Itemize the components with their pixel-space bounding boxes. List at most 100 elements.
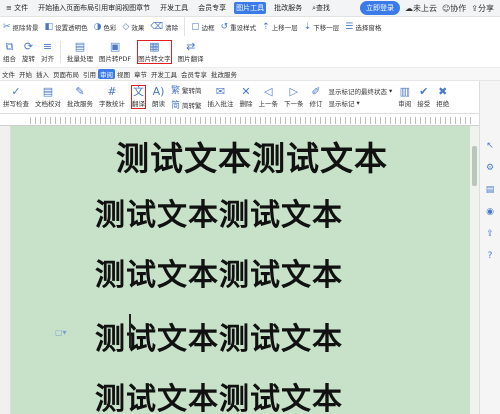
tab-home[interactable]: 开始 bbox=[17, 69, 34, 79]
border-icon: ▢ bbox=[191, 21, 200, 32]
tab-view[interactable]: 视图 bbox=[115, 69, 132, 79]
style-icon[interactable]: ▤ bbox=[486, 185, 495, 195]
tab-review-service[interactable]: 批改服务 bbox=[209, 69, 239, 79]
transparent-color-button[interactable]: ◧ 设置透明色 bbox=[45, 22, 88, 32]
scrollbar-thumb[interactable] bbox=[472, 146, 477, 186]
conversion-group: 繁繁转简 简简转繁 bbox=[168, 83, 205, 111]
tab-layout[interactable]: 页面布局 bbox=[51, 69, 81, 79]
share-icon[interactable]: ⇪ bbox=[486, 229, 494, 239]
tab-review[interactable]: 审阅 bbox=[98, 69, 115, 79]
spellcheck-icon: ✓ bbox=[11, 85, 21, 98]
ocr-icon: ▦ bbox=[149, 39, 160, 53]
document-canvas[interactable]: 测试文本测试文本 测试文本测试文本 测试文本测试文本 测试文本测试文本 测试文本… bbox=[0, 126, 479, 414]
menu-tab-member[interactable]: 会员专享 bbox=[196, 2, 228, 14]
proofread-icon: ▤ bbox=[42, 85, 54, 98]
menu-tab-review-service[interactable]: 批改服务 bbox=[272, 2, 304, 14]
eraser-icon: ⌫ bbox=[150, 21, 164, 32]
doc-line-3: 测试文本测试文本 bbox=[95, 258, 343, 293]
delete-comment-button[interactable]: ✕ 删除 bbox=[240, 85, 253, 109]
tab-file[interactable]: 文件 bbox=[0, 69, 17, 79]
chevron-down-icon: ▾ bbox=[389, 87, 393, 95]
review-pane-button[interactable]: ▥ 审阅 bbox=[398, 85, 411, 109]
title-bar: ≡ 文件 开始插入页面布局引用审阅视图章节 开发工具 会员专享 图片工具 批改服… bbox=[0, 0, 500, 17]
text-cursor bbox=[129, 314, 131, 348]
titlebar-right: 立即登录 ☁未上云 ☺协作 ⇪分享 bbox=[359, 1, 500, 15]
translate-button[interactable]: 文翻译 bbox=[131, 85, 146, 109]
settings-icon[interactable]: ⚙ bbox=[486, 163, 494, 173]
accept-icon: ✔ bbox=[419, 85, 429, 98]
batch-process-button[interactable]: ▤ 批量处理 bbox=[67, 39, 93, 63]
picture-tools-ribbon: ⧉ 组合 ⟳ 旋转 ≡ 对齐 ▤ 批量处理 ▣ 图片转PDF ▦ 图片转文字 ⇄ 图片翻译 bbox=[0, 36, 500, 68]
image-to-text-button[interactable]: ▦ 图片转文字 bbox=[137, 39, 172, 64]
align-button[interactable]: ≡ 对齐 bbox=[41, 39, 54, 63]
layer-down-icon: ⇣ bbox=[303, 21, 312, 32]
cloud-icon: ☁ bbox=[404, 3, 413, 13]
read-aloud-button[interactable]: A) 朗读 bbox=[152, 86, 165, 109]
horizontal-ruler[interactable] bbox=[0, 114, 485, 126]
chevron-down-icon: ▾ bbox=[356, 99, 360, 107]
collab-button[interactable]: ☺协作 bbox=[442, 3, 466, 14]
markup-state-select[interactable]: 显示标记的最终状态 ▾ bbox=[329, 86, 393, 96]
delete-icon: ✕ bbox=[241, 85, 251, 98]
menu-tab-dev[interactable]: 开发工具 bbox=[158, 2, 190, 14]
count-icon: # bbox=[107, 85, 117, 98]
track-icon: ✐ bbox=[311, 85, 321, 98]
bring-forward-button[interactable]: ⇡ 上移一层 bbox=[262, 22, 298, 32]
doc-line-4: 测试文本测试文本 bbox=[95, 322, 343, 357]
trad-to-simp-button[interactable]: 繁繁转简 bbox=[171, 83, 202, 96]
tab-member[interactable]: 会员专享 bbox=[179, 69, 209, 79]
show-markup-button[interactable]: 显示标记 ▾ bbox=[329, 98, 393, 108]
tab-insert[interactable]: 插入 bbox=[34, 69, 51, 79]
simp-to-trad-button[interactable]: 简简转繁 bbox=[171, 98, 202, 111]
batch-icon: ▤ bbox=[74, 39, 86, 53]
selection-pane-button[interactable]: ☰ 选择窗格 bbox=[345, 22, 381, 32]
ruler-ticks bbox=[30, 117, 475, 124]
word-count-button[interactable]: # 字数统计 bbox=[99, 85, 125, 109]
insert-comment-button[interactable]: ✉ 插入批注 bbox=[208, 86, 234, 109]
image-to-pdf-button[interactable]: ▣ 图片转PDF bbox=[99, 39, 131, 63]
border-button[interactable]: ▢ 边框 bbox=[191, 22, 215, 32]
share-icon: ⇪ bbox=[471, 3, 478, 13]
help-icon[interactable]: ? bbox=[488, 251, 493, 261]
translate-icon: ⇄ bbox=[186, 39, 196, 53]
group-button[interactable]: ⧉ 组合 bbox=[3, 39, 16, 63]
proofread-button[interactable]: ▤ 文档校对 bbox=[35, 85, 61, 109]
send-backward-button[interactable]: ⇣ 下移一层 bbox=[304, 22, 340, 32]
color-button[interactable]: ◑ 色彩 bbox=[94, 22, 117, 32]
review-pane-icon: ▥ bbox=[399, 85, 410, 98]
align-icon: ≡ bbox=[42, 39, 53, 53]
review-service-button[interactable]: ✎ 批改服务 bbox=[67, 86, 93, 109]
location-icon[interactable]: ◉ bbox=[486, 207, 494, 217]
reject-icon: ✖ bbox=[438, 85, 448, 98]
prev-comment-button[interactable]: ◁ 上一条 bbox=[259, 86, 279, 109]
pdf-icon: ▣ bbox=[109, 39, 121, 53]
cloud-status[interactable]: ☁未上云 bbox=[405, 3, 437, 14]
search-tab[interactable]: ⌕查找 bbox=[310, 2, 332, 14]
paragraph-marker-icon[interactable]: ▢▾ bbox=[55, 328, 67, 337]
share-button[interactable]: ⇪分享 bbox=[471, 3, 494, 14]
clear-button[interactable]: ⌫ 清除 bbox=[150, 22, 178, 32]
tab-references[interactable]: 引用 bbox=[81, 69, 98, 79]
effect-button[interactable]: ◇ 效果 bbox=[122, 22, 144, 32]
menu-tab-picture-tools[interactable]: 图片工具 bbox=[234, 2, 267, 14]
next-comment-button[interactable]: ▷ 下一条 bbox=[284, 86, 304, 109]
login-button[interactable]: 立即登录 bbox=[359, 1, 400, 15]
tab-developer[interactable]: 开发工具 bbox=[149, 69, 179, 79]
reject-button[interactable]: ✖ 拒绝 bbox=[436, 85, 449, 109]
remove-bg-button[interactable]: ✂ 抠除背景 bbox=[3, 22, 39, 32]
right-side-panel: ↖ ⚙ ▤ ◉ ⇪ ? bbox=[479, 81, 500, 414]
spell-check-button[interactable]: ✓ 拼写检查 bbox=[3, 85, 29, 109]
tab-chapter[interactable]: 章节 bbox=[132, 69, 149, 79]
reset-style-button[interactable]: ↺ 重设样式 bbox=[221, 22, 257, 32]
menu-tabs-group[interactable]: 开始插入页面布局引用审阅视图章节 bbox=[36, 2, 152, 14]
image-translate-button[interactable]: ⇄ 图片翻译 bbox=[178, 39, 204, 63]
cursor-icon[interactable]: ↖ bbox=[486, 141, 494, 151]
track-changes-button[interactable]: ✐ 修订 bbox=[310, 85, 323, 109]
rotate-button[interactable]: ⟳ 旋转 bbox=[22, 40, 35, 63]
translate-icon: 文 bbox=[133, 85, 144, 98]
accept-button[interactable]: ✔ 接受 bbox=[417, 85, 430, 109]
vertical-scrollbar[interactable] bbox=[470, 126, 479, 414]
menu-tab-file[interactable]: ≡ 文件 bbox=[4, 2, 30, 14]
review-ribbon: ✓ 拼写检查 ▤ 文档校对 ✎ 批改服务 # 字数统计 文翻译 A) 朗读 繁繁转简 简简… bbox=[0, 81, 500, 114]
group-icon: ⧉ bbox=[5, 39, 14, 53]
